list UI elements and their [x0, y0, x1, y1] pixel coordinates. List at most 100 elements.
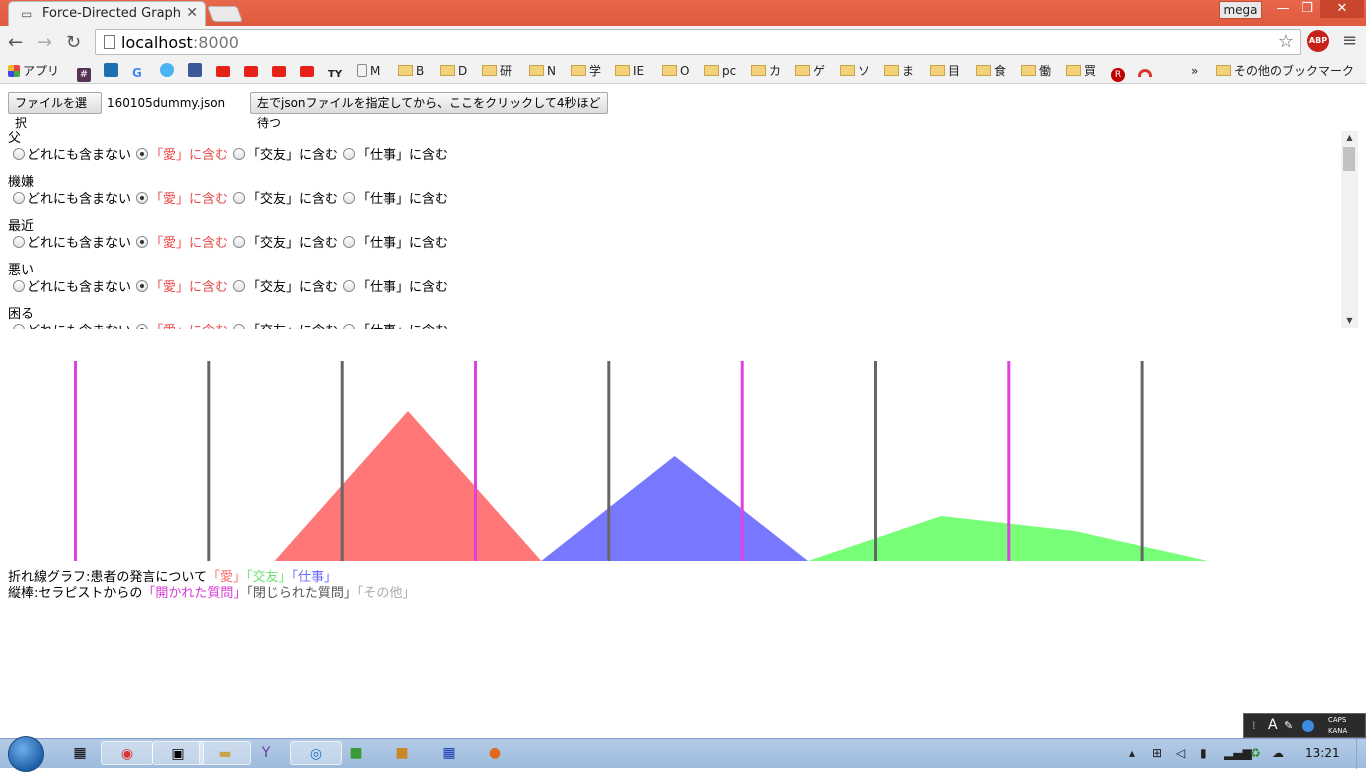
bookmark-item[interactable] [188, 62, 205, 80]
radio-label-love[interactable]: 「愛」に含む [150, 324, 228, 329]
taskbar-app-terminal[interactable]: ▣ [152, 741, 204, 765]
new-tab-button[interactable] [207, 6, 243, 22]
radio-friend[interactable] [233, 236, 246, 248]
browser-tab[interactable]: ▭ Force-Directed Graph ✕ [8, 1, 206, 26]
radio-none[interactable] [13, 192, 25, 204]
taskbar-app-explorer[interactable]: ▬ [199, 741, 251, 765]
taskbar-app-ie[interactable]: ◎ [290, 741, 342, 765]
bookmark-item[interactable]: M [357, 62, 380, 80]
run-analysis-button[interactable]: 左でjsonファイルを指定してから、ここをクリックして4秒ほど待つ [250, 92, 608, 130]
radio-label-work[interactable]: 「仕事」に含む [357, 280, 448, 295]
tab-close-icon[interactable]: ✕ [186, 5, 198, 21]
radio-label-love[interactable]: 「愛」に含む [150, 236, 228, 251]
bookmark-folder[interactable]: N [529, 62, 556, 80]
bookmark-item[interactable]: R [1111, 62, 1128, 82]
bookmark-folder[interactable]: IE [615, 62, 644, 80]
start-button[interactable] [8, 736, 44, 772]
bookmark-folder[interactable]: D [440, 62, 467, 80]
radio-label-none[interactable]: どれにも含まない [27, 280, 131, 295]
taskbar-app-chrome[interactable]: ◉ [101, 741, 153, 765]
bookmark-folder[interactable]: 学 [571, 62, 601, 80]
bookmark-item[interactable] [104, 62, 121, 80]
radio-none[interactable] [13, 324, 25, 329]
radio-label-none[interactable]: どれにも含まない [27, 192, 131, 207]
radio-label-work[interactable]: 「仕事」に含む [357, 192, 448, 207]
battery-icon[interactable]: ▮ [1200, 746, 1207, 760]
word-list-scrollbar[interactable]: ▲ ▼ [1341, 131, 1358, 328]
taskbar-app-evernote[interactable]: ■ [342, 741, 370, 765]
radio-label-friend[interactable]: 「交友」に含む [247, 192, 338, 207]
radio-label-none[interactable]: どれにも含まない [27, 148, 131, 163]
arrow-right-icon[interactable]: → [37, 32, 52, 53]
ime-mode-icon[interactable]: A [1268, 717, 1278, 733]
bookmark-item[interactable] [272, 62, 289, 80]
radio-friend[interactable] [233, 324, 246, 329]
reload-icon[interactable]: ↻ [66, 32, 81, 53]
radio-love[interactable] [136, 236, 149, 248]
bookmark-item[interactable]: TY [328, 62, 345, 80]
radio-label-friend[interactable]: 「交友」に含む [247, 280, 338, 295]
address-bar[interactable]: localhost:8000 ☆ [95, 29, 1301, 55]
show-desktop-button[interactable] [1356, 739, 1366, 769]
taskbar-app-grid[interactable]: ▦ [435, 741, 463, 765]
bookmark-item[interactable]: G [132, 62, 147, 80]
bookmark-star-icon[interactable]: ☆ [1278, 31, 1294, 52]
radio-label-none[interactable]: どれにも含まない [27, 236, 131, 251]
ime-tools-icon[interactable]: ✎ [1284, 719, 1293, 732]
cloud-icon[interactable]: ☁ [1272, 746, 1284, 760]
ime-status-icon[interactable] [1302, 720, 1314, 732]
radio-love[interactable] [136, 324, 149, 329]
radio-friend[interactable] [233, 148, 246, 160]
ime-language-bar[interactable]: ⁞ A ✎ CAPS KANA [1243, 713, 1366, 738]
radio-work[interactable] [343, 324, 356, 329]
radio-label-love[interactable]: 「愛」に含む [150, 192, 228, 207]
windows-flag-icon[interactable]: ⊞ [1152, 746, 1162, 760]
maximize-button[interactable]: ❐ [1294, 0, 1320, 18]
bookmark-folder[interactable]: 食 [976, 62, 1006, 80]
radio-label-love[interactable]: 「愛」に含む [150, 148, 228, 163]
bookmark-folder[interactable]: O [662, 62, 689, 80]
radio-none[interactable] [13, 148, 25, 160]
radio-label-friend[interactable]: 「交友」に含む [247, 148, 338, 163]
bookmark-item[interactable]: # [77, 62, 94, 82]
radio-label-love[interactable]: 「愛」に含む [150, 280, 228, 295]
bookmark-folder[interactable]: 目 [930, 62, 960, 80]
scroll-thumb[interactable] [1343, 147, 1355, 171]
bookmark-folder[interactable]: ソ [840, 62, 870, 80]
arrow-left-icon[interactable]: ← [8, 32, 23, 53]
radio-work[interactable] [343, 192, 356, 204]
bookmark-item[interactable] [1138, 62, 1155, 80]
bookmark-folder[interactable]: 研 [482, 62, 512, 80]
bookmark-apps[interactable]: アプリ [8, 62, 59, 80]
bookmark-folder[interactable]: pc [704, 62, 736, 80]
radio-work[interactable] [343, 148, 356, 160]
bookmark-folder[interactable]: カ [751, 62, 781, 80]
other-bookmarks-folder[interactable]: その他のブックマーク [1216, 62, 1354, 80]
bookmark-folder[interactable]: B [398, 62, 424, 80]
taskbar-app-calculator[interactable]: ▦ [66, 741, 94, 765]
radio-label-work[interactable]: 「仕事」に含む [357, 148, 448, 163]
radio-love[interactable] [136, 192, 149, 204]
choose-file-button[interactable]: ファイルを選択 [8, 92, 102, 130]
radio-label-work[interactable]: 「仕事」に含む [357, 236, 448, 251]
bookmark-folder[interactable]: ゲ [795, 62, 825, 80]
adblock-plus-icon[interactable]: ABP [1307, 30, 1329, 52]
bookmarks-overflow-button[interactable]: » [1191, 62, 1198, 80]
close-window-button[interactable]: ✕ [1320, 0, 1364, 18]
taskbar-app-archive[interactable]: ■ [388, 741, 416, 765]
radio-none[interactable] [13, 280, 25, 292]
minimize-button[interactable]: — [1272, 0, 1294, 18]
radio-work[interactable] [343, 236, 356, 248]
profile-button[interactable]: mega [1219, 1, 1262, 19]
bookmark-item[interactable] [160, 62, 177, 80]
radio-label-work[interactable]: 「仕事」に含む [357, 324, 448, 329]
radio-label-none[interactable]: どれにも含まない [27, 324, 131, 329]
word-category-list[interactable]: 父どれにも含まない 「愛」に含む 「交友」に含む 「仕事」に含む 機嫌 どれにも含まない「… [0, 129, 1358, 329]
radio-love[interactable] [136, 148, 149, 160]
hamburger-menu-icon[interactable]: ≡ [1342, 30, 1357, 51]
bookmark-item[interactable] [244, 62, 261, 80]
network-icon[interactable]: ▂▄▆ [1224, 746, 1252, 760]
bookmark-folder[interactable]: 買 [1066, 62, 1096, 80]
radio-friend[interactable] [233, 280, 246, 292]
radio-label-friend[interactable]: 「交友」に含む [247, 236, 338, 251]
